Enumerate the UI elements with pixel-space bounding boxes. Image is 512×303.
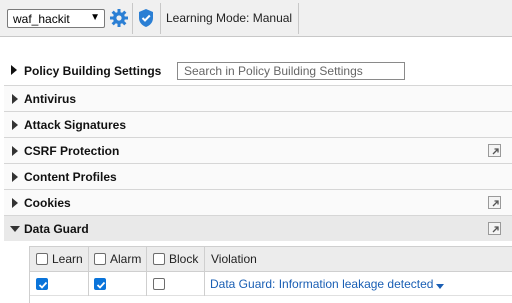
section-antivirus[interactable]: Antivirus (4, 85, 512, 111)
block-checkbox[interactable] (153, 278, 165, 290)
policy-building-settings-title[interactable]: Policy Building Settings (24, 64, 161, 78)
column-header-alarm: Alarm (110, 252, 142, 266)
learn-checkbox[interactable] (36, 278, 48, 290)
external-link-icon[interactable] (488, 196, 501, 209)
column-divider (204, 272, 205, 296)
section-label: Attack Signatures (24, 118, 127, 132)
section-cookies[interactable]: Cookies (4, 189, 512, 215)
column-header-learn: Learn (52, 252, 83, 266)
policy-toolbar: waf_hackit ▼ Learning Mode: Manual (0, 0, 512, 37)
section-content-profiles[interactable]: Content Profiles (4, 163, 512, 189)
table-header: Learn Alarm Block Violation (30, 246, 512, 272)
column-divider (88, 272, 89, 296)
column-divider (88, 247, 89, 271)
column-divider (204, 247, 205, 271)
expand-arrow-icon[interactable] (12, 94, 18, 104)
chevron-down-icon: ▼ (90, 12, 100, 23)
external-link-icon[interactable] (488, 222, 501, 235)
policy-select[interactable]: waf_hackit ▼ (7, 9, 105, 28)
section-label: Cookies (24, 196, 71, 210)
expand-arrow-icon[interactable] (12, 172, 18, 182)
shield-icon[interactable] (137, 8, 155, 28)
violation-link[interactable]: Data Guard: Information leakage detected (210, 277, 433, 291)
gear-icon[interactable] (109, 8, 129, 28)
section-label: Antivirus (24, 92, 77, 106)
expand-arrow-icon[interactable] (12, 198, 18, 208)
expand-arrow-icon[interactable] (11, 65, 17, 75)
collapse-arrow-icon[interactable] (10, 226, 20, 232)
toolbar-divider (160, 3, 161, 34)
column-divider (146, 247, 147, 271)
settings-search-input[interactable] (177, 62, 405, 80)
expand-arrow-icon[interactable] (12, 146, 18, 156)
column-divider (146, 272, 147, 296)
table-row: Data Guard: Information leakage detected (30, 272, 512, 296)
alarm-checkbox[interactable] (94, 278, 106, 290)
data-guard-table: Learn Alarm Block Violation Data Guard: … (29, 246, 512, 303)
block-all-checkbox[interactable] (153, 253, 165, 265)
column-header-block: Block (169, 252, 199, 266)
policy-select-value: waf_hackit (13, 12, 70, 26)
section-label: Content Profiles (24, 170, 117, 184)
section-data-guard[interactable]: Data Guard (4, 215, 512, 241)
toolbar-divider (298, 3, 299, 34)
policy-building-settings-header: Policy Building Settings (0, 57, 512, 85)
column-header-violation: Violation (211, 252, 257, 266)
section-attack-signatures[interactable]: Attack Signatures (4, 111, 512, 137)
section-label: CSRF Protection (24, 144, 120, 158)
learning-mode-status: Learning Mode: Manual (166, 11, 293, 25)
section-csrf-protection[interactable]: CSRF Protection (4, 137, 512, 163)
alarm-all-checkbox[interactable] (94, 253, 106, 265)
learn-all-checkbox[interactable] (36, 253, 48, 265)
section-label: Data Guard (24, 222, 89, 236)
external-link-icon[interactable] (488, 144, 501, 157)
expand-arrow-icon[interactable] (12, 120, 18, 130)
toolbar-divider (132, 3, 133, 34)
caret-down-icon[interactable] (436, 284, 444, 289)
